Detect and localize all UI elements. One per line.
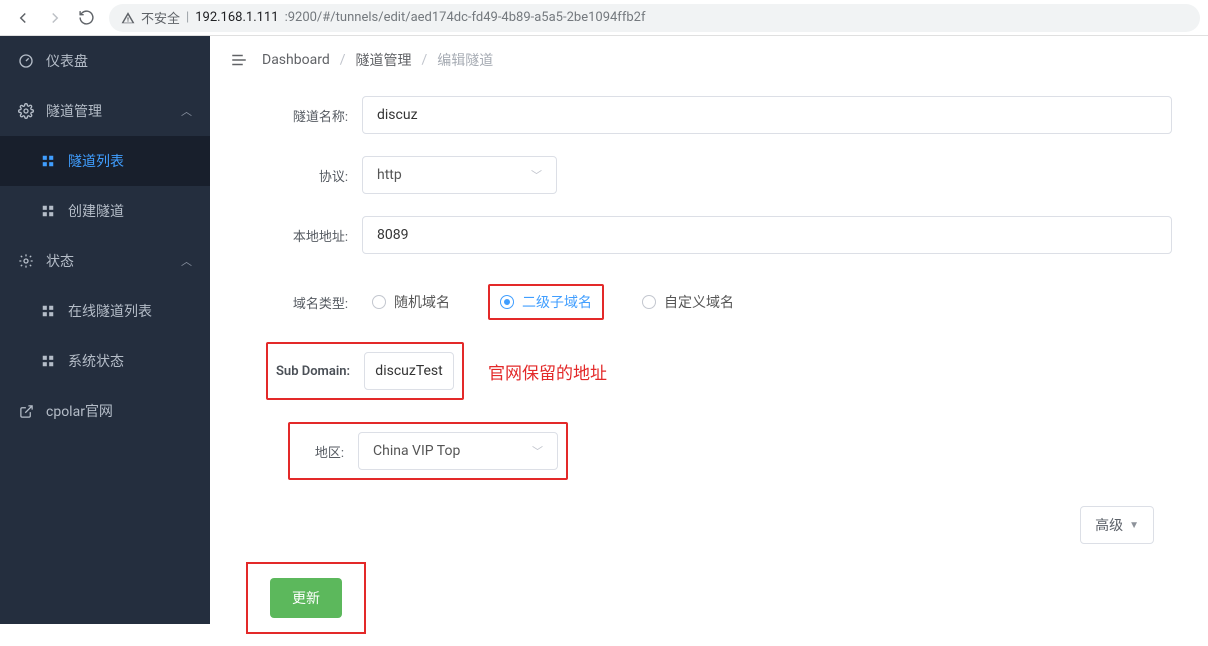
url-host: 192.168.1.111 bbox=[195, 10, 278, 25]
chevron-down-icon: ﹀ bbox=[531, 167, 542, 183]
main-content: Dashboard / 隧道管理 / 编辑隧道 隧道名称: discuz 协议:… bbox=[210, 36, 1208, 624]
grid-icon bbox=[40, 304, 56, 318]
radio-sub-domain[interactable]: 二级子域名 bbox=[488, 284, 604, 320]
browser-toolbar: 不安全 | 192.168.1.111:9200/#/tunnels/edit/… bbox=[0, 0, 1208, 36]
sidebar-label: 在线隧道列表 bbox=[68, 301, 152, 321]
sidebar-label: 隧道列表 bbox=[68, 151, 124, 171]
sidebar-label: 仪表盘 bbox=[46, 51, 88, 71]
subdomain-label: Sub Domain: bbox=[276, 364, 364, 379]
protocol-select[interactable]: http ﹀ bbox=[362, 156, 557, 194]
sidebar-label: 系统状态 bbox=[68, 351, 124, 371]
breadcrumb-edit-tunnel: 编辑隧道 bbox=[437, 50, 493, 70]
sidebar-item-cpolar[interactable]: cpolar官网 bbox=[0, 386, 210, 436]
sidebar-item-online-list[interactable]: 在线隧道列表 bbox=[0, 286, 210, 336]
annotation-text: 官网保留的地址 bbox=[488, 359, 607, 384]
subdomain-input[interactable]: discuzTest bbox=[364, 352, 454, 390]
sidebar-item-status[interactable]: 状态 ︿ bbox=[0, 236, 210, 286]
chevron-down-icon: ﹀ bbox=[532, 443, 543, 459]
region-select[interactable]: China VIP Top ﹀ bbox=[358, 432, 558, 470]
sidebar-item-sys-status[interactable]: 系统状态 bbox=[0, 336, 210, 386]
submit-box: 更新 bbox=[246, 562, 366, 634]
sidebar-label: cpolar官网 bbox=[46, 401, 113, 421]
domain-type-label: 域名类型: bbox=[246, 293, 362, 312]
url-path: :9200/#/tunnels/edit/aed174dc-fd49-4b89-… bbox=[285, 10, 646, 25]
region-box: 地区: China VIP Top ﹀ bbox=[288, 422, 568, 480]
reload-icon[interactable] bbox=[78, 9, 95, 26]
radio-random-domain[interactable]: 随机域名 bbox=[362, 284, 460, 320]
sidebar-item-tunnel-list[interactable]: 隧道列表 bbox=[0, 136, 210, 186]
subdomain-box: Sub Domain: discuzTest bbox=[266, 342, 464, 400]
region-label: 地区: bbox=[298, 442, 358, 461]
local-addr-label: 本地地址: bbox=[246, 226, 362, 245]
breadcrumb: Dashboard / 隧道管理 / 编辑隧道 bbox=[262, 50, 493, 70]
url-bar[interactable]: 不安全 | 192.168.1.111:9200/#/tunnels/edit/… bbox=[109, 4, 1200, 32]
grid-icon bbox=[40, 354, 56, 368]
insecure-label: 不安全 bbox=[141, 8, 180, 27]
gear-icon bbox=[18, 103, 34, 119]
advanced-button[interactable]: 高级 ▼ bbox=[1080, 506, 1154, 544]
update-button[interactable]: 更新 bbox=[270, 578, 342, 618]
sidebar-label: 创建隧道 bbox=[68, 201, 124, 221]
grid-icon bbox=[40, 204, 56, 218]
menu-toggle-icon[interactable] bbox=[230, 51, 248, 69]
local-addr-input[interactable]: 8089 bbox=[362, 216, 1172, 254]
breadcrumb-dashboard[interactable]: Dashboard bbox=[262, 52, 330, 68]
sidebar-item-dashboard[interactable]: 仪表盘 bbox=[0, 36, 210, 86]
sidebar: 仪表盘 隧道管理 ︿ 隧道列表 创建隧道 bbox=[0, 36, 210, 624]
grid-icon bbox=[40, 154, 56, 168]
insecure-icon bbox=[121, 11, 135, 25]
topbar: Dashboard / 隧道管理 / 编辑隧道 bbox=[210, 36, 1208, 84]
caret-down-icon: ▼ bbox=[1129, 520, 1139, 531]
forward-icon[interactable] bbox=[46, 9, 64, 27]
radio-icon bbox=[500, 295, 514, 309]
radio-icon bbox=[372, 295, 386, 309]
tunnel-name-label: 隧道名称: bbox=[246, 106, 362, 125]
breadcrumb-tunnel-mgmt[interactable]: 隧道管理 bbox=[356, 50, 412, 70]
protocol-label: 协议: bbox=[246, 166, 362, 185]
gauge-icon bbox=[18, 53, 34, 69]
sidebar-label: 状态 bbox=[46, 251, 74, 271]
radio-icon bbox=[642, 295, 656, 309]
tunnel-name-input[interactable]: discuz bbox=[362, 96, 1172, 134]
back-icon[interactable] bbox=[14, 9, 32, 27]
sidebar-item-tunnel-mgmt[interactable]: 隧道管理 ︿ bbox=[0, 86, 210, 136]
chevron-up-icon: ︿ bbox=[181, 253, 192, 269]
chevron-up-icon: ︿ bbox=[181, 103, 192, 119]
sidebar-label: 隧道管理 bbox=[46, 101, 102, 121]
sidebar-item-tunnel-create[interactable]: 创建隧道 bbox=[0, 186, 210, 236]
gear-icon bbox=[18, 253, 34, 269]
external-link-icon bbox=[18, 404, 34, 419]
radio-custom-domain[interactable]: 自定义域名 bbox=[632, 284, 744, 320]
